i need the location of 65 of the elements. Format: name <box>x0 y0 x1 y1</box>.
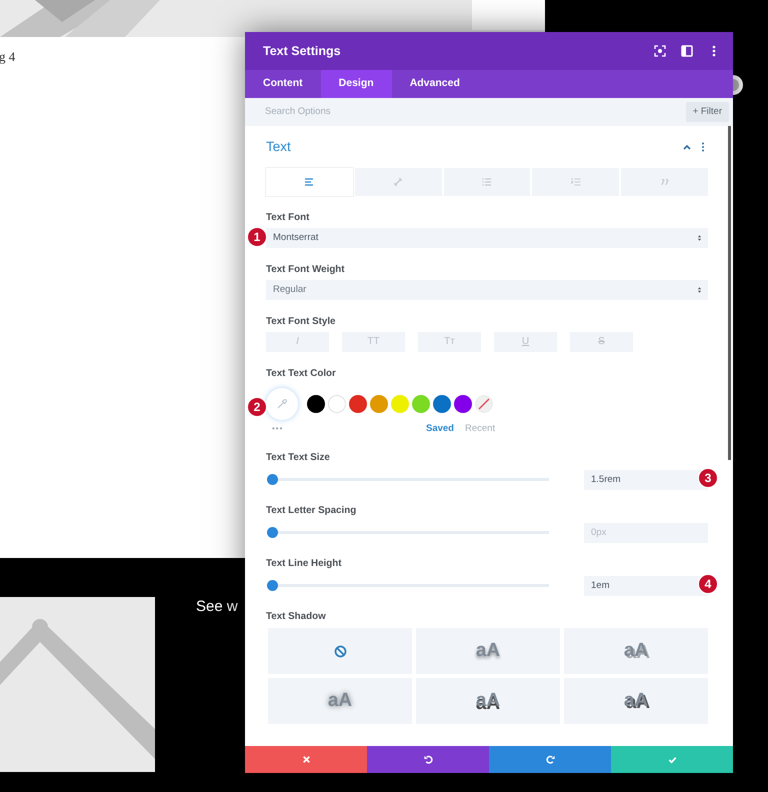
field-label: Text Shadow <box>266 610 326 623</box>
shadow-option[interactable]: aA <box>268 678 412 724</box>
caption-text: See w <box>196 597 238 617</box>
callout-badge: 4 <box>698 574 718 594</box>
color-swatch[interactable] <box>349 395 367 413</box>
field-label: Text Font Weight <box>266 263 345 276</box>
sort-caret-icon <box>697 286 702 294</box>
italic-button[interactable]: I <box>266 332 329 352</box>
slider-thumb[interactable] <box>267 580 278 590</box>
color-swatch[interactable] <box>328 395 346 413</box>
redo-icon <box>544 754 556 765</box>
no-color-icon[interactable] <box>475 395 493 413</box>
callout-badge: 3 <box>698 468 718 488</box>
numbered-list-icon <box>570 177 581 187</box>
color-swatch[interactable] <box>391 395 409 413</box>
modal-title: Text Settings <box>263 42 342 60</box>
select-field[interactable]: Montserrat <box>266 228 708 248</box>
split-view-icon[interactable] <box>680 44 694 58</box>
link-icon <box>393 177 404 187</box>
bulleted-list-icon <box>482 177 492 187</box>
section-title: Text <box>266 138 292 156</box>
underline-button[interactable]: U <box>494 332 557 352</box>
fullscreen-icon[interactable] <box>653 44 667 58</box>
uppercase-button[interactable]: TT <box>342 332 405 352</box>
more-colors-button[interactable]: ••• <box>266 424 426 434</box>
field-label: Text Line Height <box>266 557 342 570</box>
color-swatch[interactable] <box>412 395 430 413</box>
field-label: Text Font <box>266 211 310 224</box>
select-field[interactable]: Regular <box>266 280 708 300</box>
slider-thumb[interactable] <box>267 474 278 484</box>
sort-caret-icon <box>697 234 702 242</box>
eyedropper-icon <box>276 398 288 410</box>
search-field[interactable]: Search Options + Filter <box>245 98 733 126</box>
small-caps-button[interactable]: Tᴛ <box>418 332 481 352</box>
color-picker-button[interactable] <box>266 388 298 420</box>
callout-badge: 1 <box>247 227 267 247</box>
value-field[interactable]: 0px <box>584 522 708 543</box>
tab[interactable]: Design <box>320 70 392 98</box>
color-swatch[interactable] <box>454 395 472 413</box>
callout-badge: 2 <box>247 397 267 417</box>
color-swatch[interactable] <box>370 395 388 413</box>
shadow-option[interactable]: aA <box>416 628 560 674</box>
field-label: Text Text Size <box>266 451 330 464</box>
align-left-icon <box>304 177 314 187</box>
shadow-option[interactable]: aA <box>564 678 708 724</box>
filter-button[interactable]: + Filter <box>686 102 729 122</box>
tab[interactable]: Advanced <box>392 70 478 98</box>
quote-icon <box>660 177 670 187</box>
palette-tab[interactable]: Saved <box>426 423 454 435</box>
collapse-icon[interactable] <box>682 142 692 152</box>
color-swatch[interactable] <box>307 395 325 413</box>
strikethrough-button[interactable]: S <box>570 332 633 352</box>
tab[interactable]: Content <box>245 70 321 98</box>
slider-thumb[interactable] <box>267 526 278 538</box>
shadow-option[interactable]: aA <box>416 678 560 724</box>
undo-icon <box>422 754 434 765</box>
no-shadow-icon <box>334 644 346 658</box>
field-label: Text Font Style <box>266 315 336 328</box>
palette-tab[interactable]: Recent <box>465 423 496 435</box>
field-label: Text Text Color <box>266 367 336 380</box>
close-icon <box>300 754 312 765</box>
shadow-option[interactable]: aA <box>564 628 708 674</box>
scrollbar[interactable] <box>728 126 731 460</box>
color-swatch[interactable] <box>433 395 451 413</box>
field-label: Text Letter Spacing <box>266 504 356 517</box>
